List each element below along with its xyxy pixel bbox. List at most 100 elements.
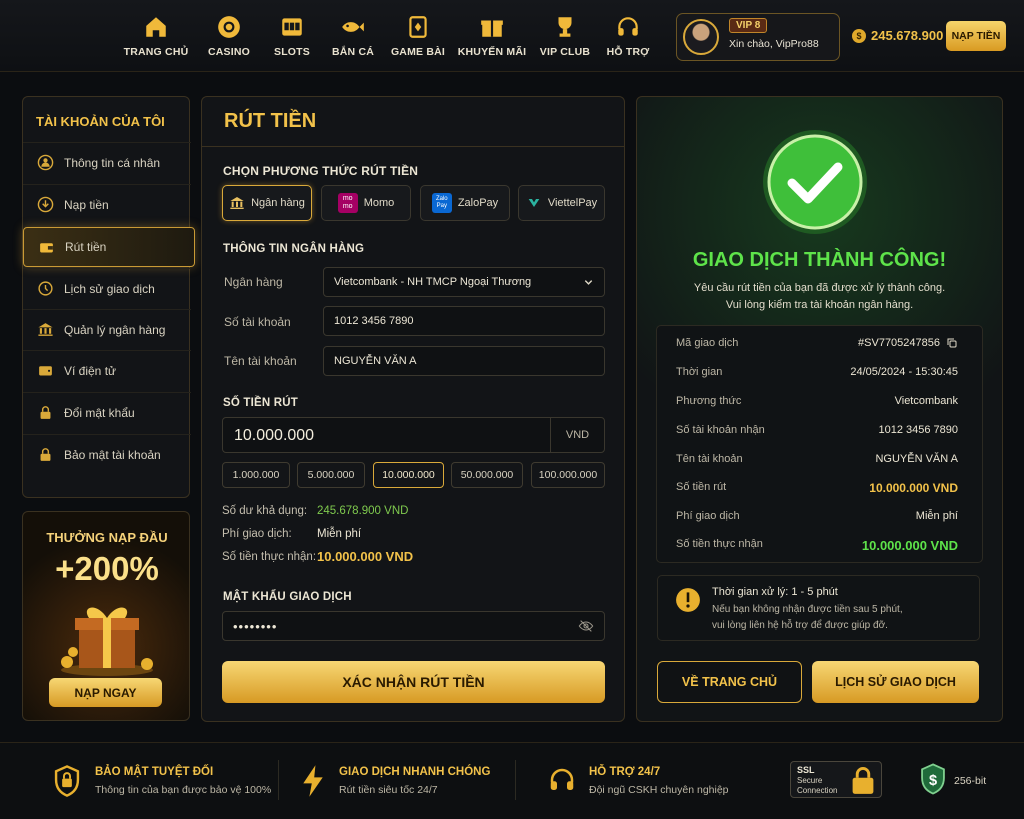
lightning-icon — [303, 765, 323, 797]
feature-support: HỖ TRỢ 24/7 Đội ngũ CSKH chuyên nghiệp — [589, 766, 729, 796]
zalopay-logo: Zalo Pay — [431, 193, 452, 213]
detail-row: Số tài khoản nhận 1012 3456 7890 — [676, 424, 958, 436]
top-up-button[interactable]: NẠP TIỀN — [946, 21, 1006, 51]
coin-icon: $ — [852, 28, 866, 43]
detail-row: Phí giao dịch Miễn phí — [676, 510, 958, 522]
amount-value: 10.000.000 — [234, 427, 315, 444]
wallet-icon — [40, 242, 53, 252]
password-heading: MẬT KHẨU GIAO DỊCH — [223, 591, 352, 603]
detail-row: Thời gian 24/05/2024 - 15:30:45 — [676, 366, 958, 378]
account-sidebar: TÀI KHOẢN CỦA TÔI Thông tin cá nhân Nạp … — [22, 96, 195, 498]
detail-row: Tên tài khoản NGUYỄN VĂN A — [676, 453, 958, 465]
nav-card-games[interactable]: GAME BÀI — [382, 14, 454, 58]
confirm-withdraw-button[interactable]: XÁC NHẬN RÚT TIỀN — [222, 661, 605, 703]
svg-text:$: $ — [929, 773, 937, 789]
method-viettelpay[interactable]: ViettelPay — [518, 185, 605, 221]
promo-value: +200% — [55, 550, 159, 587]
greeting-text: Xin chào, VipPro88 — [729, 38, 819, 50]
trophy-icon — [558, 17, 572, 37]
method-momo[interactable]: mo mo Momo — [321, 185, 411, 221]
detail-row: Mã giao dịch #SV7705247856 — [676, 337, 958, 349]
fee-label: Phí giao dịch: — [222, 528, 292, 540]
nav-vip-club[interactable]: VIP CLUB — [529, 14, 601, 58]
vip-badge: VIP 8 — [729, 18, 768, 33]
feature-security: BẢO MẬT TUYỆT ĐỐI Thông tin của bạn được… — [95, 766, 272, 796]
lock-shield-icon — [54, 765, 80, 797]
method-bank[interactable]: Ngân hàng — [222, 185, 312, 221]
account-name-label: Tên tài khoản — [224, 354, 297, 368]
deposit-icon — [37, 196, 54, 213]
bank-label: Ngân hàng — [224, 275, 283, 289]
chip-icon — [218, 16, 240, 38]
bank-select[interactable]: Vietcombank - NH TMCP Ngoại Thương — [323, 267, 605, 297]
transaction-history-button[interactable]: LỊCH SỬ GIAO DỊCH — [812, 661, 979, 703]
deposit-now-button[interactable]: NẠP NGAY — [49, 678, 162, 707]
amount-heading: SỐ TIỀN RÚT — [223, 397, 299, 409]
divider — [515, 760, 516, 800]
account-name-field[interactable]: NGUYỄN VĂN A — [323, 346, 605, 376]
quick-amount-chip[interactable]: 5.000.000 — [297, 462, 365, 488]
quick-amount-chip[interactable]: 1.000.000 — [222, 462, 290, 488]
nav-home[interactable]: TRANG CHỦ — [120, 14, 192, 58]
sidebar-item-profile[interactable]: Thông tin cá nhân — [23, 142, 191, 182]
lock-icon — [40, 448, 51, 461]
sidebar-item-withdraw[interactable]: Rút tiền — [23, 227, 195, 267]
balance-display: $ 245.678.900 — [852, 28, 943, 43]
transaction-details — [656, 325, 983, 563]
net-amount-value: 10.000.000 VND — [317, 549, 414, 564]
available-balance-value: 245.678.900 VND — [317, 505, 409, 517]
viettelpay-logo — [528, 199, 540, 207]
method-heading: CHỌN PHƯƠNG THỨC RÚT TIỀN — [223, 164, 419, 178]
user-profile-box[interactable]: VIP 8 Xin chào, VipPro88 — [676, 13, 840, 61]
home-icon — [146, 17, 166, 37]
success-message-line1: Yêu cầu rút tiền của bạn đã được xử lý t… — [693, 282, 946, 294]
sidebar-title: TÀI KHOẢN CỦA TÔI — [36, 114, 165, 129]
avatar — [683, 19, 719, 55]
copy-icon[interactable] — [946, 337, 958, 349]
quick-amount-chip[interactable]: 50.000.000 — [451, 462, 523, 488]
nav-promotions[interactable]: KHUYẾN MÃI — [456, 14, 528, 58]
chevron-down-icon — [584, 279, 593, 285]
bank-heading: THÔNG TIN NGÂN HÀNG — [223, 243, 365, 255]
divider — [278, 760, 279, 800]
promo-title: THƯỞNG NẠP ĐẦU — [46, 530, 168, 545]
gift-icon — [481, 20, 503, 37]
warning-icon — [676, 588, 700, 612]
sidebar-item-bank-management[interactable]: Quản lý ngân hàng — [23, 309, 191, 349]
momo-logo: mo mo — [337, 193, 358, 213]
success-title: GIAO DỊCH THÀNH CÔNG! — [692, 249, 947, 271]
padlock-icon — [852, 767, 874, 794]
e-wallet-icon — [39, 366, 52, 376]
sidebar-item-e-wallet[interactable]: Ví điện tử — [23, 350, 191, 390]
nav-casino[interactable]: CASINO — [193, 14, 265, 58]
check-circle-icon — [763, 130, 867, 234]
withdraw-title: RÚT TIỀN — [224, 110, 317, 132]
quick-amount-chip[interactable]: 100.000.000 — [531, 462, 605, 488]
divider — [202, 146, 624, 147]
amount-input[interactable]: 10.000.000 VND — [222, 417, 605, 453]
sidebar-item-account-security[interactable]: Bảo mật tài khoản — [23, 434, 191, 474]
method-zalopay[interactable]: Zalo Pay ZaloPay — [420, 185, 510, 221]
quick-amount-chip[interactable]: 10.000.000 — [373, 462, 444, 488]
processing-notice: Thời gian xử lý: 1 - 5 phút Nếu bạn khôn… — [657, 575, 980, 641]
sidebar-item-change-password[interactable]: Đổi mật khẩu — [23, 392, 191, 432]
back-home-button[interactable]: VỀ TRANG CHỦ — [657, 661, 802, 703]
ssl-badge: SSL Secure Connection — [790, 761, 882, 798]
slot-machine-icon — [282, 18, 302, 36]
top-navigation-bar: TRANG CHỦ CASINO SLOTS BẮN CÁ GAME BÀI K… — [0, 0, 1024, 72]
processing-line1: Nếu bạn không nhận được tiền sau 5 phút, — [712, 604, 903, 615]
account-number-field[interactable]: 1012 3456 7890 — [323, 306, 605, 336]
sidebar-item-history[interactable]: Lịch sử giao dịch — [23, 268, 191, 308]
balance-value: 245.678.900 — [871, 28, 944, 43]
nav-fishing[interactable]: BẮN CÁ — [317, 14, 389, 58]
account-number-label: Số tài khoản — [224, 315, 291, 329]
success-message-line2: Vui lòng kiểm tra tài khoản ngân hàng. — [725, 299, 914, 311]
gift-box-icon — [61, 607, 153, 676]
available-balance-label: Số dư khả dụng: — [222, 505, 308, 517]
headset-icon — [550, 768, 574, 790]
sidebar-item-deposit[interactable]: Nạp tiền — [23, 184, 191, 224]
password-field[interactable]: •••••••• — [222, 611, 605, 641]
first-deposit-promo: THƯỞNG NẠP ĐẦU +200% NẠP NGAY — [22, 511, 190, 721]
nav-support[interactable]: HỖ TRỢ — [592, 14, 664, 58]
eye-off-icon[interactable] — [578, 618, 594, 634]
